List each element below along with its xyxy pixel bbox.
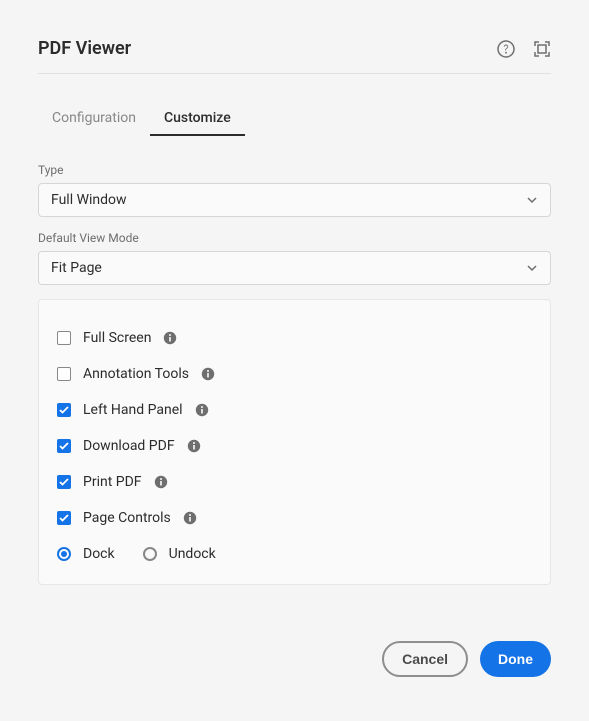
chevron-down-icon xyxy=(526,262,538,274)
option-full-screen: Full Screen xyxy=(57,320,532,356)
options-panel: Full Screen Annotation Tools Left Hand P… xyxy=(38,299,551,585)
info-icon[interactable] xyxy=(195,403,209,417)
checkbox-print-pdf[interactable] xyxy=(57,475,71,489)
dialog-header: PDF Viewer xyxy=(38,38,551,74)
dialog-title: PDF Viewer xyxy=(38,38,131,59)
help-icon[interactable] xyxy=(497,40,515,58)
label-left-hand-panel: Left Hand Panel xyxy=(83,402,183,418)
checkbox-left-hand-panel[interactable] xyxy=(57,403,71,417)
label-annotation-tools: Annotation Tools xyxy=(83,366,189,382)
option-annotation-tools: Annotation Tools xyxy=(57,356,532,392)
info-icon[interactable] xyxy=(201,367,215,381)
dialog-footer: Cancel Done xyxy=(38,641,551,677)
option-download-pdf: Download PDF xyxy=(57,428,532,464)
cancel-button[interactable]: Cancel xyxy=(382,641,468,677)
header-actions xyxy=(497,40,551,58)
done-button[interactable]: Done xyxy=(480,641,551,677)
info-icon[interactable] xyxy=(154,475,168,489)
fullscreen-icon[interactable] xyxy=(533,40,551,58)
viewmode-label: Default View Mode xyxy=(38,231,551,245)
tabs: Configuration Customize xyxy=(38,102,551,137)
label-page-controls: Page Controls xyxy=(83,510,171,526)
info-icon[interactable] xyxy=(183,511,197,525)
info-icon[interactable] xyxy=(163,331,177,345)
checkbox-download-pdf[interactable] xyxy=(57,439,71,453)
info-icon[interactable] xyxy=(187,439,201,453)
type-select[interactable]: Full Window xyxy=(38,183,551,217)
label-full-screen: Full Screen xyxy=(83,330,151,346)
checkbox-page-controls[interactable] xyxy=(57,511,71,525)
label-print-pdf: Print PDF xyxy=(83,474,142,490)
label-undock: Undock xyxy=(169,546,216,562)
radio-dock[interactable] xyxy=(57,547,71,561)
label-dock: Dock xyxy=(83,546,115,562)
checkbox-full-screen[interactable] xyxy=(57,331,71,345)
option-left-hand-panel: Left Hand Panel xyxy=(57,392,532,428)
option-page-controls: Page Controls xyxy=(57,500,532,536)
type-value: Full Window xyxy=(51,192,127,208)
checkbox-annotation-tools[interactable] xyxy=(57,367,71,381)
tab-configuration[interactable]: Configuration xyxy=(38,102,150,136)
label-download-pdf: Download PDF xyxy=(83,438,175,454)
option-print-pdf: Print PDF xyxy=(57,464,532,500)
tab-customize[interactable]: Customize xyxy=(150,102,245,136)
viewmode-value: Fit Page xyxy=(51,260,102,276)
dock-radio-group: Dock Undock xyxy=(57,546,532,562)
radio-undock[interactable] xyxy=(143,547,157,561)
viewmode-select[interactable]: Fit Page xyxy=(38,251,551,285)
type-label: Type xyxy=(38,163,551,177)
chevron-down-icon xyxy=(526,194,538,206)
